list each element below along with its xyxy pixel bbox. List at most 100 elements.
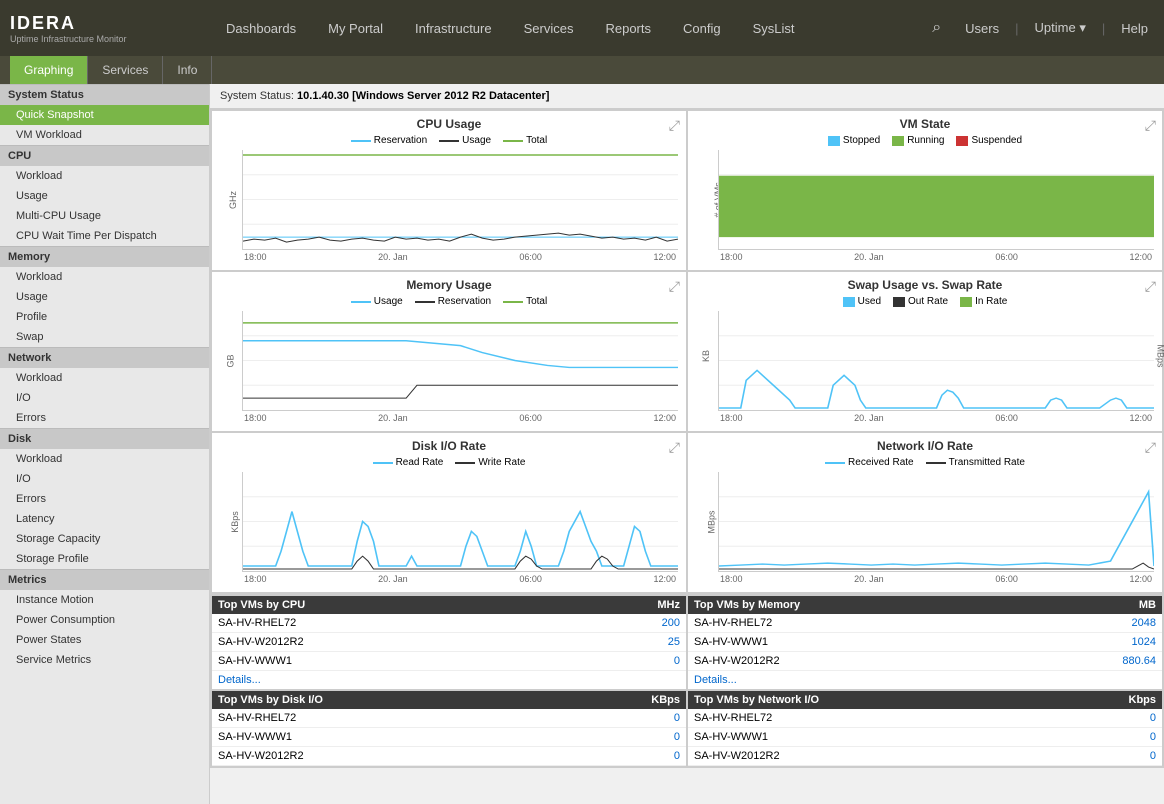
sidebar-section-system-status: System Status (0, 84, 209, 105)
disk-chart-area (242, 472, 678, 572)
sidebar-item-storage-capacity[interactable]: Storage Capacity (0, 529, 209, 549)
nav-links: Dashboards My Portal Infrastructure Serv… (210, 0, 924, 56)
nav-config[interactable]: Config (667, 0, 737, 56)
sidebar-item-cpu-workload[interactable]: Workload (0, 166, 209, 186)
sidebar-item-quick-snapshot[interactable]: Quick Snapshot (0, 105, 209, 125)
vm-state-legend: Stopped Running Suspended (696, 135, 1154, 146)
top-navigation: IDERA Uptime Infrastructure Monitor Dash… (0, 0, 1164, 56)
sidebar-item-cpu-wait[interactable]: CPU Wait Time Per Dispatch (0, 226, 209, 246)
table-row[interactable]: SA-HV-RHEL72 200 (212, 614, 686, 633)
disk-io-title: Disk I/O Rate (220, 439, 678, 453)
sidebar-item-memory-usage[interactable]: Usage (0, 287, 209, 307)
nav-services[interactable]: Services (508, 0, 590, 56)
vm-x-axis: 18:00 20. Jan 06:00 12:00 (718, 252, 1154, 262)
swap-expand-icon[interactable]: ⤢ (1145, 278, 1156, 295)
cpu-usage-expand-icon[interactable]: ⤢ (669, 117, 680, 134)
sidebar-item-disk-latency[interactable]: Latency (0, 509, 209, 529)
tables-grid: Top VMs by CPU MHz SA-HV-RHEL72 200 SA-H… (210, 594, 1164, 768)
sidebar-item-memory-profile[interactable]: Profile (0, 307, 209, 327)
network-io-legend: Received Rate Transmitted Rate (696, 457, 1154, 468)
swap-usage-title: Swap Usage vs. Swap Rate (696, 278, 1154, 292)
sidebar-item-power-consumption[interactable]: Power Consumption (0, 610, 209, 630)
sidebar-item-cpu-usage[interactable]: Usage (0, 186, 209, 206)
sidebar-item-memory-workload[interactable]: Workload (0, 267, 209, 287)
sidebar-item-instance-motion[interactable]: Instance Motion (0, 590, 209, 610)
nav-uptime-dropdown[interactable]: Uptime ▾ (1029, 20, 1092, 36)
network-io-expand-icon[interactable]: ⤢ (1145, 439, 1156, 456)
legend-usage: Usage (439, 135, 491, 146)
swap-legend: Used Out Rate In Rate (696, 296, 1154, 307)
legend-mem-total: Total (503, 296, 547, 307)
legend-running: Running (892, 135, 944, 146)
legend-swap-used: Used (843, 296, 881, 307)
tab-info[interactable]: Info (163, 56, 212, 84)
nav-help[interactable]: Help (1115, 21, 1154, 36)
table-row[interactable]: SA-HV-RHEL72 0 (688, 709, 1162, 728)
memory-usage-legend: Usage Reservation Total (220, 296, 678, 307)
legend-swap-out: Out Rate (893, 296, 948, 307)
network-svg (719, 472, 1154, 571)
table-row[interactable]: SA-HV-W2012R2 0 (688, 747, 1162, 766)
sidebar-item-service-metrics[interactable]: Service Metrics (0, 650, 209, 670)
sidebar-section-disk: Disk (0, 428, 209, 449)
sidebar-item-disk-io[interactable]: I/O (0, 469, 209, 489)
sidebar-item-network-io[interactable]: I/O (0, 388, 209, 408)
nav-myportal[interactable]: My Portal (312, 0, 399, 56)
cpu-usage-container: GHz (220, 150, 678, 264)
table-row[interactable]: SA-HV-W2012R2 0 (212, 747, 686, 766)
tab-services[interactable]: Services (88, 56, 163, 84)
disk-svg (243, 472, 678, 571)
table-row[interactable]: SA-HV-WWW1 1024 (688, 633, 1162, 652)
search-icon[interactable]: ⌕ (924, 19, 949, 37)
vm-state-chart: VM State ⤢ Stopped Running Suspended (688, 111, 1162, 270)
network-chart-area (718, 472, 1154, 572)
legend-write-rate: Write Rate (455, 457, 525, 468)
disk-io-legend: Read Rate Write Rate (220, 457, 678, 468)
table-row[interactable]: SA-HV-W2012R2 25 (212, 633, 686, 652)
legend-swap-in-box (960, 297, 972, 307)
nav-syslist[interactable]: SysList (737, 0, 811, 56)
sidebar-item-vm-workload[interactable]: VM Workload (0, 125, 209, 145)
sidebar-item-multi-cpu[interactable]: Multi-CPU Usage (0, 206, 209, 226)
sidebar-item-network-errors[interactable]: Errors (0, 408, 209, 428)
memory-chart-container: GB (220, 311, 678, 425)
nav-reports[interactable]: Reports (589, 0, 667, 56)
table-top-cpu-header: Top VMs by CPU MHz (212, 596, 686, 614)
legend-mem-usage-line (351, 301, 371, 303)
network-io-chart: Network I/O Rate ⤢ Received Rate Transmi… (688, 433, 1162, 592)
sidebar-item-disk-errors[interactable]: Errors (0, 489, 209, 509)
status-bar: System Status: 10.1.40.30 [Windows Serve… (210, 84, 1164, 109)
sidebar-item-network-workload[interactable]: Workload (0, 368, 209, 388)
table-row[interactable]: SA-HV-WWW1 0 (688, 728, 1162, 747)
legend-mem-usage: Usage (351, 296, 403, 307)
disk-io-expand-icon[interactable]: ⤢ (669, 439, 680, 456)
legend-read-rate: Read Rate (373, 457, 444, 468)
nav-users[interactable]: Users (959, 21, 1005, 36)
disk-io-chart: Disk I/O Rate ⤢ Read Rate Write Rate KBp… (212, 433, 686, 592)
table-row[interactable]: SA-HV-WWW1 0 (212, 652, 686, 671)
memory-y-label: GB (226, 354, 236, 367)
nav-infrastructure[interactable]: Infrastructure (399, 0, 508, 56)
cpu-x-axis: 18:00 20. Jan 06:00 12:00 (242, 252, 678, 262)
sidebar-item-power-states[interactable]: Power States (0, 630, 209, 650)
table-top-disk: Top VMs by Disk I/O KBps SA-HV-RHEL72 0 … (212, 691, 686, 766)
legend-mem-total-line (503, 301, 523, 303)
sidebar-item-disk-workload[interactable]: Workload (0, 449, 209, 469)
legend-mem-reservation: Reservation (415, 296, 491, 307)
nav-dashboards[interactable]: Dashboards (210, 0, 312, 56)
table-row[interactable]: SA-HV-RHEL72 2048 (688, 614, 1162, 633)
vm-state-expand-icon[interactable]: ⤢ (1145, 117, 1156, 134)
table-row[interactable]: SA-HV-W2012R2 880.64 (688, 652, 1162, 671)
sidebar-item-storage-profile[interactable]: Storage Profile (0, 549, 209, 569)
legend-swap-in: In Rate (960, 296, 1007, 307)
table-row[interactable]: SA-HV-RHEL72 0 (212, 709, 686, 728)
sidebar-section-memory: Memory (0, 246, 209, 267)
memory-usage-expand-icon[interactable]: ⤢ (669, 278, 680, 295)
tab-graphing[interactable]: Graphing (10, 56, 88, 84)
table-top-memory-details-link[interactable]: Details... (688, 671, 1162, 689)
sidebar-section-cpu: CPU (0, 145, 209, 166)
legend-total-line (503, 140, 523, 142)
table-row[interactable]: SA-HV-WWW1 0 (212, 728, 686, 747)
table-top-cpu-details-link[interactable]: Details... (212, 671, 686, 689)
sidebar-item-memory-swap[interactable]: Swap (0, 327, 209, 347)
